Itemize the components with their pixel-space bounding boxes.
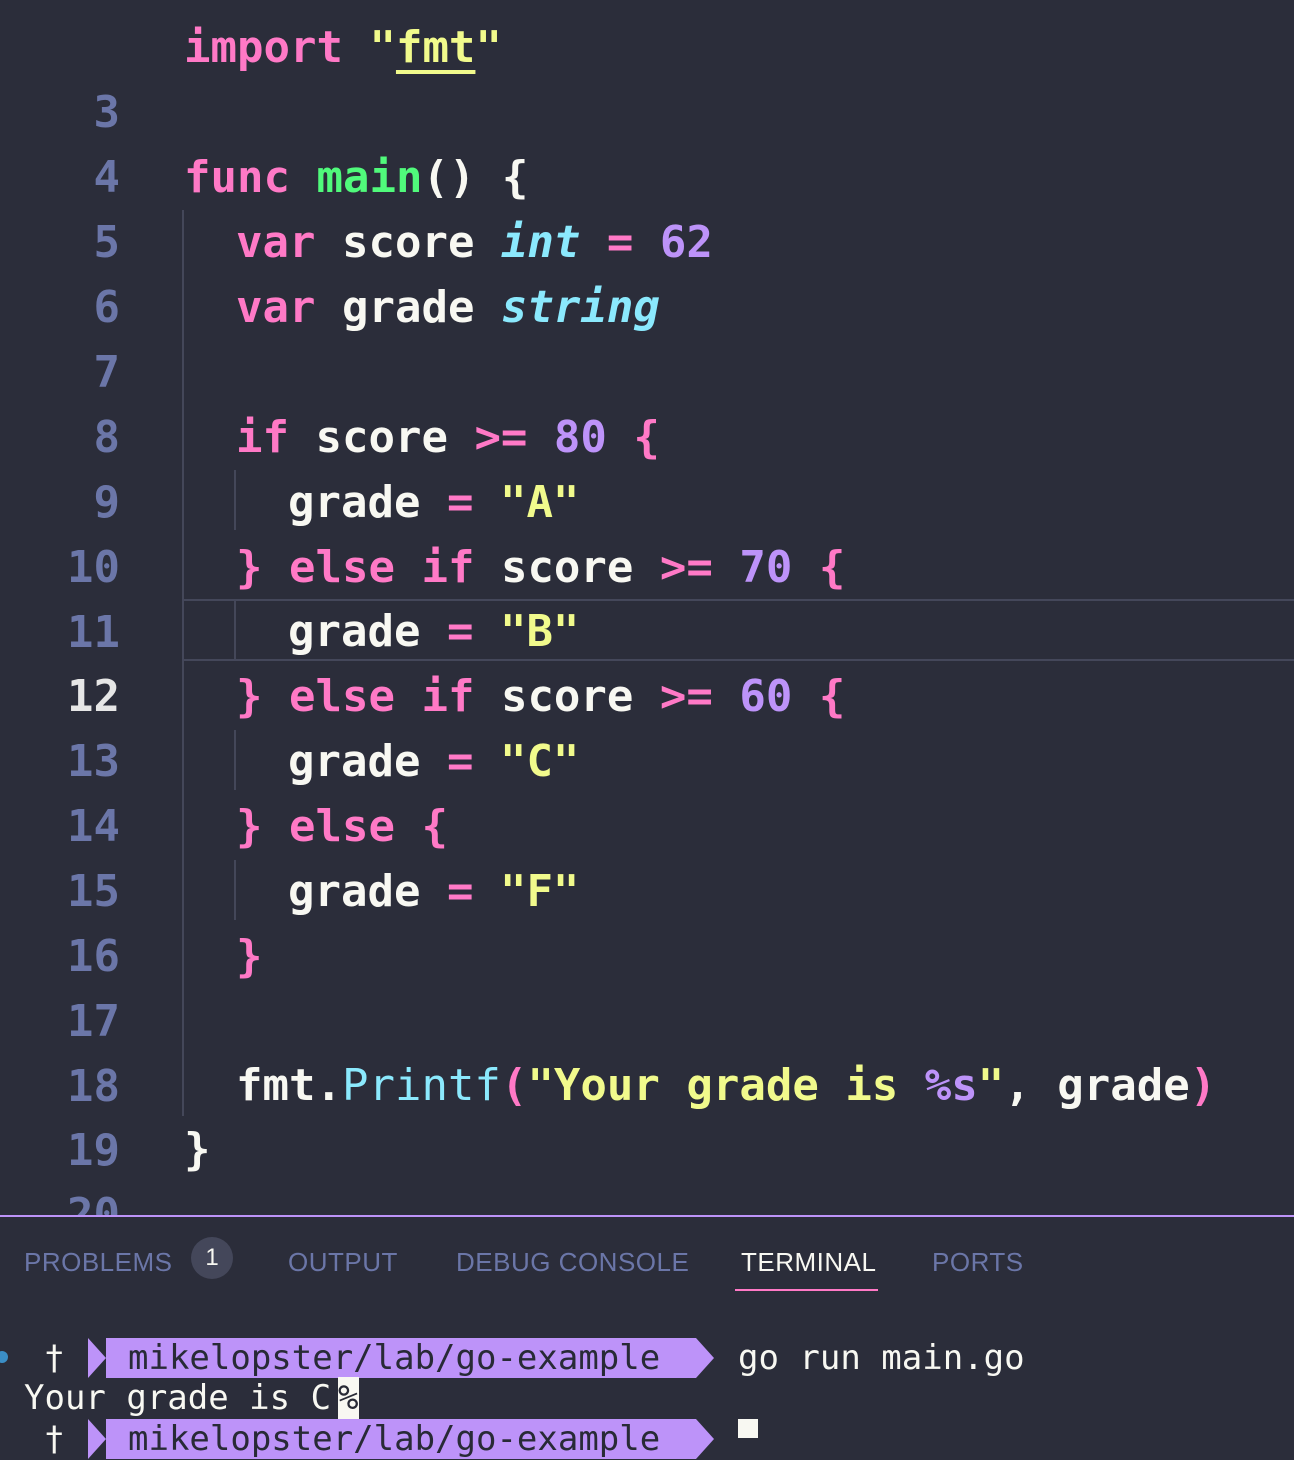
brace-close: } bbox=[236, 801, 263, 852]
brace-open: { bbox=[818, 542, 846, 593]
operator-gte: >= bbox=[474, 412, 528, 463]
code-line-active[interactable]: 12 grade = "B" bbox=[0, 599, 1294, 722]
keyword-if: if bbox=[236, 412, 289, 463]
operator-assign: = bbox=[446, 866, 474, 917]
identifier-score: score bbox=[341, 217, 475, 268]
operator-assign: = bbox=[606, 217, 634, 268]
keyword-if: if bbox=[421, 542, 475, 593]
identifier-fmt: fmt bbox=[236, 1060, 316, 1111]
operator-gte: >= bbox=[659, 542, 713, 593]
prompt-arrow-right bbox=[696, 1338, 714, 1378]
identifier-score: score bbox=[315, 412, 448, 463]
identifier-grade: grade bbox=[288, 606, 421, 657]
string-literal: "B" bbox=[499, 606, 580, 657]
prompt-arrow-left bbox=[88, 1338, 106, 1378]
code-line[interactable]: 7 var grade string bbox=[0, 275, 1294, 398]
operator-assign: = bbox=[446, 736, 474, 787]
identifier-grade: grade bbox=[288, 736, 421, 787]
prompt-symbol: † bbox=[44, 1338, 65, 1378]
terminal-output: Your grade is C bbox=[24, 1378, 332, 1418]
number-literal: 60 bbox=[739, 671, 793, 722]
brace-close: } bbox=[236, 542, 263, 593]
keyword-import: import bbox=[184, 22, 343, 73]
keyword-else: else bbox=[289, 671, 395, 722]
keyword-func: func bbox=[184, 152, 290, 203]
code-line[interactable]: 5 func main() { bbox=[0, 145, 1294, 268]
identifier-score: score bbox=[500, 671, 634, 722]
punctuation-dot: . bbox=[315, 1060, 342, 1111]
code-line[interactable]: 18 bbox=[0, 989, 1294, 1112]
code-line[interactable]: 11 } else if score >= 70 { bbox=[0, 535, 1294, 658]
number-literal: 62 bbox=[659, 217, 713, 268]
punctuation-comma: , bbox=[1004, 1060, 1031, 1111]
keyword-else: else bbox=[289, 801, 395, 852]
string-literal: "A" bbox=[499, 477, 580, 528]
string-quote: " bbox=[475, 22, 502, 73]
terminal-command: go run main.go bbox=[738, 1338, 1025, 1378]
code-line[interactable]: 14 grade = "C" bbox=[0, 729, 1294, 852]
code-line[interactable]: 13 } else if score >= 60 { bbox=[0, 664, 1294, 787]
brace-open: { bbox=[633, 412, 660, 463]
identifier-grade: grade bbox=[341, 282, 475, 333]
number-literal: 80 bbox=[553, 412, 607, 463]
problems-count-badge: 1 bbox=[191, 1237, 233, 1279]
function-name-main: main bbox=[316, 152, 423, 203]
import-path-fmt[interactable]: fmt bbox=[396, 22, 475, 73]
tab-output[interactable]: OUTPUT bbox=[288, 1245, 398, 1285]
format-verb: %s bbox=[924, 1060, 978, 1111]
terminal-cursor[interactable] bbox=[738, 1419, 758, 1438]
string-quote: " bbox=[369, 22, 396, 73]
operator-gte: >= bbox=[659, 671, 713, 722]
prompt-path: mikelopster/lab/go-example bbox=[128, 1338, 661, 1378]
keyword-if: if bbox=[421, 671, 475, 722]
code-line[interactable]: 16 grade = "F" bbox=[0, 859, 1294, 982]
tab-terminal[interactable]: TERMINAL bbox=[741, 1245, 876, 1285]
keyword-else: else bbox=[289, 542, 395, 593]
paren-open: ( bbox=[500, 1060, 528, 1111]
terminal-eol-marker: % bbox=[338, 1377, 359, 1419]
code-line[interactable]: 20 } bbox=[0, 1117, 1294, 1240]
type-int: int bbox=[500, 217, 581, 268]
identifier-grade: grade bbox=[288, 866, 421, 917]
punctuation: () { bbox=[422, 152, 529, 203]
string-literal: "Your grade is bbox=[527, 1060, 925, 1111]
active-tab-indicator bbox=[735, 1289, 878, 1291]
string-literal: "C" bbox=[499, 736, 580, 787]
operator-assign: = bbox=[446, 606, 474, 657]
number-literal: 70 bbox=[739, 542, 793, 593]
code-line[interactable]: 10 grade = "A" bbox=[0, 470, 1294, 593]
code-line[interactable]: 4 bbox=[0, 80, 1294, 203]
tab-debug-console[interactable]: DEBUG CONSOLE bbox=[456, 1245, 689, 1285]
type-string: string bbox=[500, 282, 660, 333]
string-literal: "F" bbox=[499, 866, 580, 917]
identifier-grade: grade bbox=[288, 477, 421, 528]
code-line[interactable]: 17 } bbox=[0, 924, 1294, 1047]
brace-open: { bbox=[818, 671, 846, 722]
operator-assign: = bbox=[446, 477, 474, 528]
paren-close: ) bbox=[1189, 1060, 1217, 1111]
code-line[interactable]: 15 } else { bbox=[0, 794, 1294, 917]
prompt-path: mikelopster/lab/go-example bbox=[128, 1419, 661, 1459]
brace-close: } bbox=[236, 671, 263, 722]
method-printf: Printf bbox=[341, 1060, 501, 1111]
code-line[interactable]: 19 fmt.Printf("Your grade is %s", grade) bbox=[0, 1053, 1294, 1176]
code-line[interactable]: 8 bbox=[0, 340, 1294, 463]
prompt-arrow-right bbox=[696, 1419, 714, 1459]
code-line[interactable]: 9 if score >= 80 { bbox=[0, 405, 1294, 528]
prompt-arrow-left bbox=[88, 1419, 106, 1459]
tab-problems[interactable]: PROBLEMS bbox=[24, 1245, 173, 1285]
identifier-score: score bbox=[500, 542, 634, 593]
code-editor[interactable]: 3 import "fmt" 4 5 func main() { 6 var s… bbox=[0, 0, 1294, 1240]
keyword-var: var bbox=[236, 217, 316, 268]
brace-open: { bbox=[421, 801, 448, 852]
prompt-symbol: † bbox=[44, 1419, 65, 1459]
code-line[interactable]: 3 import "fmt" bbox=[0, 15, 1294, 138]
brace-close: } bbox=[236, 931, 263, 982]
string-quote: " bbox=[977, 1060, 1005, 1111]
keyword-var: var bbox=[236, 282, 316, 333]
brace-close: } bbox=[184, 1124, 211, 1175]
tab-ports[interactable]: PORTS bbox=[932, 1245, 1024, 1285]
code-line[interactable]: 6 var score int = 62 bbox=[0, 210, 1294, 333]
identifier-grade: grade bbox=[1057, 1060, 1190, 1111]
